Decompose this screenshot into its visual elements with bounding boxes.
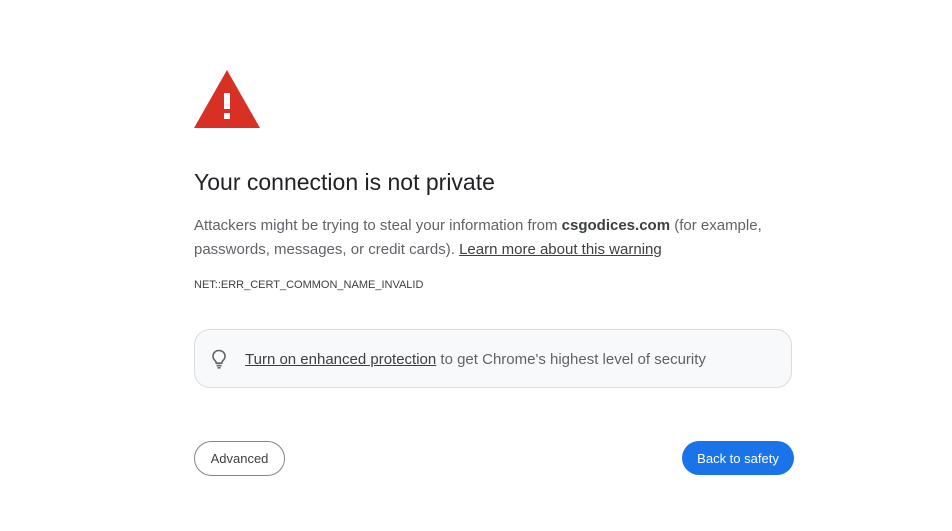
warning-description: Attackers might be trying to steal your …	[194, 214, 784, 262]
interstitial-page: Your connection is not private Attackers…	[0, 0, 952, 531]
site-domain: csgodices.com	[561, 217, 671, 234]
warning-triangle-icon	[194, 70, 260, 128]
learn-more-link[interactable]: Learn more about this warning	[459, 241, 662, 258]
enhanced-protection-link[interactable]: Turn on enhanced protection	[245, 351, 436, 368]
error-code: NET::ERR_CERT_COMMON_NAME_INVALID	[194, 279, 424, 291]
protection-message: Turn on enhanced protection to get Chrom…	[245, 351, 706, 368]
advanced-button[interactable]: Advanced	[194, 441, 285, 476]
enhanced-protection-banner: Turn on enhanced protection to get Chrom…	[194, 329, 792, 388]
protection-text: to get Chrome's highest level of securit…	[436, 351, 706, 368]
page-title: Your connection is not private	[194, 169, 495, 195]
lightbulb-icon	[212, 349, 226, 369]
back-to-safety-button[interactable]: Back to safety	[682, 441, 794, 475]
description-prefix: Attackers might be trying to steal your …	[194, 217, 562, 234]
